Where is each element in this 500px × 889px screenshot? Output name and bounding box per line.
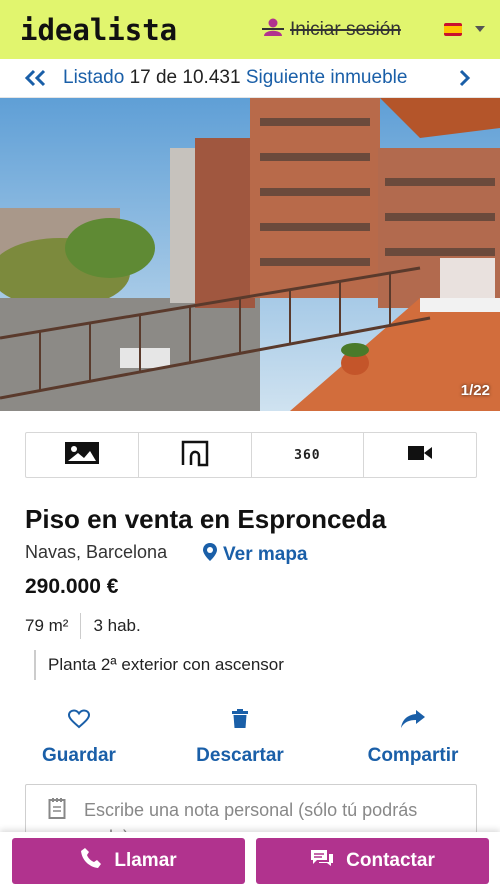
login-link[interactable]: Iniciar sesión <box>262 17 401 42</box>
photos-icon <box>64 441 100 470</box>
contact-label: Contactar <box>346 850 435 871</box>
current-index: 17 <box>129 67 151 88</box>
user-icon <box>262 17 284 42</box>
property-actions: Guardar Descartar Compartir <box>0 707 500 767</box>
video-icon <box>407 444 433 467</box>
spain-flag-icon[interactable] <box>444 23 462 36</box>
back-to-list-link[interactable]: Listado <box>63 67 124 88</box>
call-label: Llamar <box>114 850 177 871</box>
heart-icon <box>67 709 91 735</box>
phone-icon <box>80 847 102 875</box>
listing-position: Listado 17 de 10.431 Siguiente inmueble <box>63 67 407 89</box>
site-header: idealista Iniciar sesión <box>0 0 500 59</box>
photo-counter: 1/22 <box>460 382 490 399</box>
discard-label: Descartar <box>196 745 284 766</box>
chat-bubble-icon <box>310 848 334 874</box>
of-label: de <box>155 67 178 88</box>
rooms-value: 3 hab. <box>93 616 141 635</box>
double-chevron-left-icon[interactable] <box>24 69 48 92</box>
tab-floor-plan[interactable] <box>139 433 252 477</box>
next-property-link[interactable]: Siguiente inmueble <box>246 67 408 88</box>
share-label: Compartir <box>367 745 459 766</box>
property-title: Piso en venta en Espronceda <box>25 504 387 534</box>
chevron-down-icon[interactable] <box>475 26 485 32</box>
listing-navigation: Listado 17 de 10.431 Siguiente inmueble <box>0 59 500 98</box>
view-map-label: Ver mapa <box>223 544 308 565</box>
total-count: 10.431 <box>182 67 241 88</box>
media-tabs: 360 <box>25 432 477 478</box>
idealista-logo[interactable]: idealista <box>20 13 177 47</box>
tab-360[interactable]: 360 <box>252 433 365 477</box>
trash-icon <box>231 709 249 735</box>
notepad-icon <box>48 797 66 824</box>
save-label: Guardar <box>42 745 116 766</box>
contact-button[interactable]: Contactar <box>256 838 489 884</box>
feature-divider <box>80 613 82 639</box>
area-value: 79 m² <box>25 616 69 635</box>
property-location: Navas, Barcelona <box>25 542 168 562</box>
location-pin-icon <box>202 542 218 568</box>
share-arrow-icon <box>400 709 426 735</box>
view-map-link[interactable]: Ver mapa <box>202 542 308 568</box>
main-photo[interactable]: 1/22 <box>0 98 500 411</box>
property-price: 290.000 € <box>25 575 119 598</box>
login-label: Iniciar sesión <box>290 18 401 40</box>
save-button[interactable]: Guardar <box>35 709 123 767</box>
contact-bar: Llamar Contactar <box>0 832 500 889</box>
call-button[interactable]: Llamar <box>12 838 245 884</box>
property-features: 79 m² 3 hab. <box>25 612 141 640</box>
floor-plan-icon <box>180 439 210 472</box>
floor-detail: Planta 2ª exterior con ascensor <box>34 650 284 680</box>
tab-video[interactable] <box>364 433 476 477</box>
tab-photos[interactable] <box>26 433 139 477</box>
share-button[interactable]: Compartir <box>356 709 470 767</box>
chevron-right-icon[interactable] <box>458 69 472 92</box>
discard-button[interactable]: Descartar <box>186 709 294 767</box>
tab-360-label: 360 <box>294 447 321 463</box>
